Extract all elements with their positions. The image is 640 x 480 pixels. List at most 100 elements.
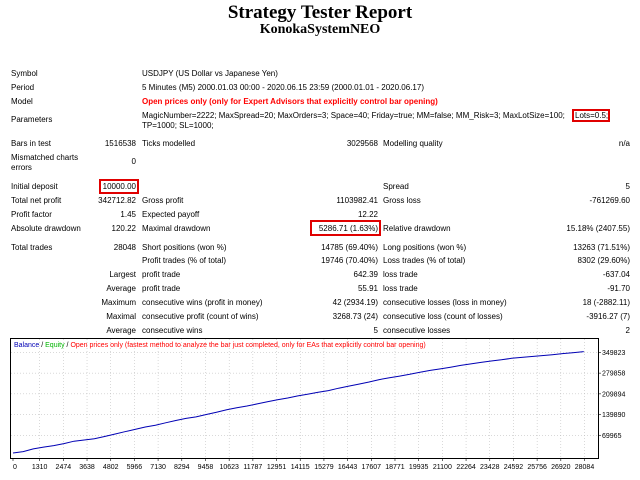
total-net-profit-label: Total net profit [11,196,62,205]
maximum-label: Maximum [101,298,136,307]
chart-x-axis-labels: 0 1310 2474 3638 4802 5966 7130 8294 9458 10623 11… [13,464,594,471]
x-tick-label: 2474 [56,464,72,471]
average-loss-value: -91.70 [607,284,630,293]
chart-legend: Balance / Equity / Open prices only (fas… [14,342,426,349]
average-loss-label: loss trade [383,284,418,293]
deposit-highlight-box [99,179,139,194]
x-tick-label: 24592 [504,464,524,471]
y-tick-label: 279858 [602,371,625,378]
spread-label: Spread [383,182,409,191]
largest-loss-label: loss trade [383,270,418,279]
x-tick-label: 1310 [32,464,48,471]
average-label: Average [106,284,136,293]
y-tick-label: 209894 [602,391,625,398]
loss-trades-label: Loss trades (% of total) [383,256,466,265]
symbol-value: USDJPY (US Dollar vs Japanese Yen) [142,69,278,78]
expected-payoff-value: 12.22 [357,210,378,219]
ticks-modelled-label: Ticks modelled [142,139,196,148]
largest-profit-value: 642.39 [353,270,378,279]
avg-consec-wins-value: 5 [373,326,378,335]
chart-y-axis-labels: 69965 139890 209894 279858 349823 [602,350,625,440]
report-title: Strategy Tester Report [227,2,413,23]
x-tick-label: 16443 [338,464,358,471]
short-positions-value: 14785 (69.40%) [321,243,378,252]
x-tick-label: 8294 [174,464,190,471]
x-tick-label: 9458 [198,464,214,471]
initial-deposit-label: Initial deposit [11,182,58,191]
total-trades-value: 28048 [113,243,136,252]
bars-in-test-label: Bars in test [11,139,52,148]
model-value: Open prices only (only for Expert Adviso… [142,97,438,106]
maximal-consec-profit-label: consecutive profit (count of wins) [142,312,259,321]
max-consec-wins-label: consecutive wins (profit in money) [142,298,263,307]
x-tick-label: 18771 [385,464,405,471]
long-positions-value: 13263 (71.51%) [573,243,630,252]
x-tick-label: 25756 [527,464,547,471]
x-tick-label: 17607 [362,464,382,471]
x-tick-label: 19935 [409,464,429,471]
parameters-line2: TP=1000; SL=1000; [142,121,214,130]
maximal-consec-loss-value: -3916.27 (7) [586,312,630,321]
ticks-modelled-value: 3029568 [346,139,378,148]
max-consec-losses-label: consecutive losses (loss in money) [383,298,507,307]
gross-loss-label: Gross loss [383,196,421,205]
max-consec-wins-value: 42 (2934.19) [332,298,378,307]
x-tick-label: 5966 [127,464,143,471]
symbol-label: Symbol [11,69,38,78]
model-label: Model [11,97,33,106]
maximal-label: Maximal [106,312,136,321]
y-tick-label: 349823 [602,350,625,357]
balance-chart: Balance / Equity / Open prices only (fas… [10,338,625,471]
chart-frame [10,338,599,459]
long-positions-label: Long positions (won %) [383,243,467,252]
period-value: 5 Minutes (M5) 2000.01.03 00:00 - 2020.0… [142,83,424,92]
x-tick-label: 4802 [103,464,119,471]
y-tick-label: 139890 [602,412,625,419]
x-tick-label: 3638 [79,464,95,471]
absolute-drawdown-label: Absolute drawdown [11,224,81,233]
short-positions-label: Short positions (won %) [142,243,227,252]
avg-consec-losses-value: 2 [625,326,630,335]
parameters-label: Parameters [11,115,53,124]
profit-trades-label: Profit trades (% of total) [142,256,227,265]
report-subtitle: KonokaSystemNEO [259,22,381,37]
maximal-consec-profit-value: 3268.73 (24) [332,312,378,321]
bars-in-test-value: 1516538 [104,139,136,148]
modelling-quality-value: n/a [618,139,630,148]
max-consec-losses-value: 18 (-2882.11) [582,298,630,307]
x-tick-label: 28084 [575,464,595,471]
loss-trades-value: 8302 (29.60%) [577,256,630,265]
relative-drawdown-value: 15.18% (2407.55) [566,224,630,233]
mismatched-label-1: Mismatched charts [11,153,79,162]
largest-loss-value: -637.04 [602,270,630,279]
drawdown-highlight-box [310,220,381,236]
x-tick-label: 26920 [551,464,571,471]
parameters-line1: MagicNumber=2222; MaxSpread=20; MaxOrder… [142,111,565,120]
largest-label: Largest [109,270,136,279]
maximal-drawdown-label: Maximal drawdown [142,224,211,233]
x-tick-label: 10623 [219,464,239,471]
x-tick-label: 14115 [291,464,310,471]
x-tick-label: 11787 [243,464,262,471]
largest-profit-label: profit trade [142,270,181,279]
legend-balance: Balance [14,342,39,349]
profit-trades-value: 19746 (70.40%) [321,256,378,265]
maximal-consec-loss-label: consecutive loss (count of losses) [383,312,503,321]
y-tick-label: 69965 [602,433,622,440]
total-trades-label: Total trades [11,243,53,252]
legend-model-note: Open prices only (fastest method to anal… [70,342,425,349]
modelling-quality-label: Modelling quality [383,139,443,148]
lots-highlight-box [572,109,610,122]
average-profit-label: profit trade [142,284,181,293]
x-tick-label: 21100 [433,464,452,471]
gross-profit-value: 1103982.41 [336,196,378,205]
x-tick-label: 23428 [480,464,500,471]
gross-loss-value: -761269.60 [589,196,630,205]
mismatched-label-2: errors [11,163,32,172]
expected-payoff-label: Expected payoff [142,210,200,219]
period-label: Period [11,83,35,92]
profit-factor-value: 1.45 [120,210,136,219]
legend-equity: Equity [45,342,65,349]
x-tick-label: 15279 [314,464,334,471]
x-tick-label: 12951 [267,464,287,471]
